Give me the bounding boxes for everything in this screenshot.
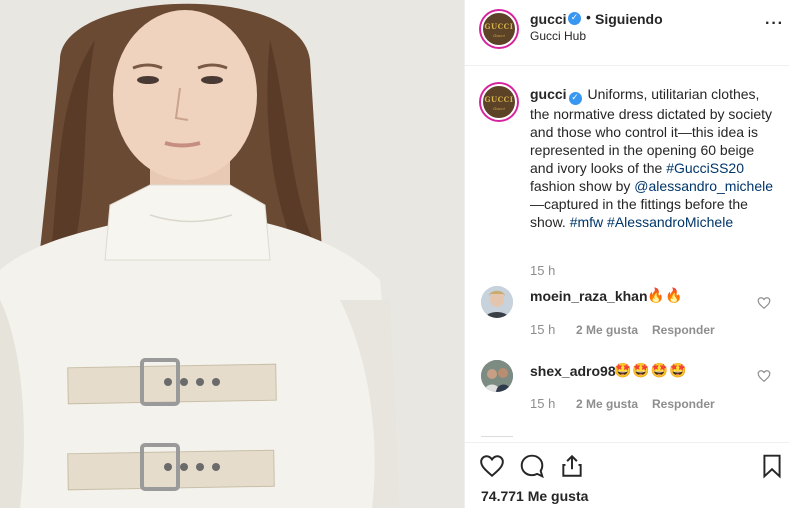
comment-likes[interactable]: 2 Me gusta [576, 397, 638, 411]
author-username[interactable]: gucci [530, 11, 567, 27]
avatar-logo-subtext: Gucci [493, 106, 505, 111]
caption-timestamp[interactable]: 15 h [530, 263, 555, 278]
share-icon[interactable] [559, 453, 585, 479]
likes-count[interactable]: 74.771 Me gusta [481, 488, 588, 504]
avatar-photo [481, 360, 513, 392]
post-details-panel: GUCCI Gucci gucci ✓ • Siguiendo Gucci Hu… [464, 0, 789, 508]
comment-like-heart-icon[interactable] [757, 369, 771, 383]
comment-timestamp[interactable]: 15 h [530, 396, 555, 411]
comment-username[interactable]: moein_raza_khan [530, 288, 648, 304]
comment-timestamp[interactable]: 15 h [530, 322, 555, 337]
follow-status-button[interactable]: Siguiendo [595, 11, 663, 27]
more-options-icon[interactable]: ··· [765, 15, 784, 33]
instagram-post: GUCCI Gucci gucci ✓ • Siguiendo Gucci Hu… [0, 0, 789, 508]
avatar-logo-text: GUCCI [484, 22, 514, 31]
comment-icon[interactable] [519, 453, 545, 479]
caption-username[interactable]: gucci [530, 86, 567, 102]
caption-text: fashion show by [530, 178, 631, 194]
model-photo-illustration [0, 0, 464, 508]
avatar-photo [481, 286, 513, 318]
hashtag-link[interactable]: #GucciSS20 [666, 160, 744, 176]
separator-dot: • [586, 9, 591, 25]
bookmark-icon[interactable] [759, 453, 785, 479]
reply-button[interactable]: Responder [652, 323, 715, 337]
avatar-logo-text: GUCCI [484, 95, 514, 104]
hashtag-link[interactable]: #AlessandroMichele [607, 214, 733, 230]
verified-badge-icon: ✓ [568, 92, 582, 105]
heart-icon[interactable] [479, 453, 505, 479]
post-photo[interactable] [0, 0, 464, 508]
post-location[interactable]: Gucci Hub [530, 29, 586, 43]
post-caption: gucci ✓ Uniforms, utilitarian clothes, th… [530, 85, 778, 231]
commenter-avatar[interactable] [481, 360, 513, 392]
verified-badge-icon: ✓ [568, 12, 581, 25]
comment-like-heart-icon[interactable] [757, 296, 771, 310]
mention-link[interactable]: @alessandro_michele [634, 178, 773, 194]
avatar-logo-subtext: Gucci [493, 33, 505, 38]
commenter-avatar[interactable] [481, 286, 513, 318]
caption-avatar[interactable]: GUCCI Gucci [481, 84, 517, 120]
hashtag-link[interactable]: #mfw [570, 214, 603, 230]
comment-username[interactable]: shex_adro98 [530, 363, 616, 379]
author-avatar[interactable]: GUCCI Gucci [481, 11, 517, 47]
post-header: GUCCI Gucci gucci ✓ • Siguiendo Gucci Hu… [465, 0, 789, 66]
comment-likes[interactable]: 2 Me gusta [576, 323, 638, 337]
post-action-bar: 74.771 Me gusta [465, 442, 789, 508]
comment-text: 🤩🤩🤩🤩 [614, 362, 688, 378]
comment-text: 🔥🔥 [647, 287, 684, 303]
reply-button[interactable]: Responder [652, 397, 715, 411]
